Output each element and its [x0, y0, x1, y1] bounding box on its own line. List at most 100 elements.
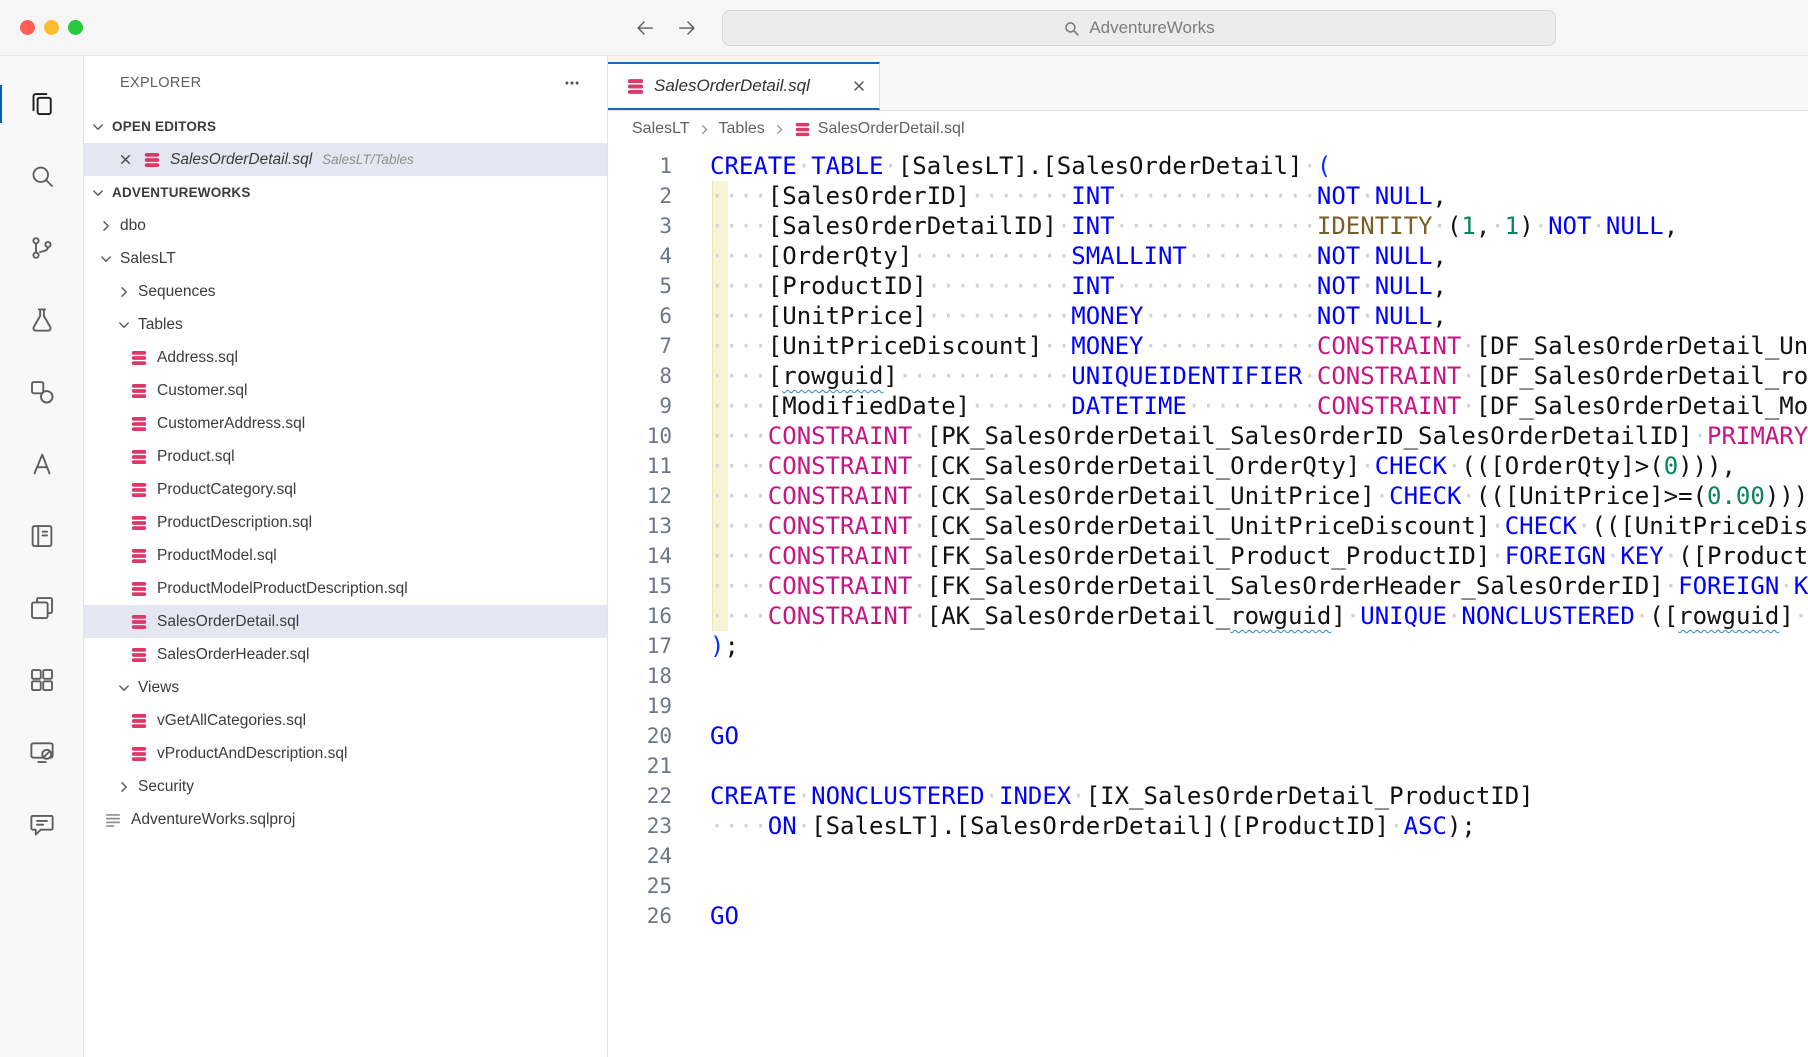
- code-line[interactable]: ····[rowguid]············UNIQUEIDENTIFIE…: [710, 361, 1808, 391]
- close-window-button[interactable]: [20, 20, 35, 35]
- tree-item-productmodel-sql[interactable]: ProductModel.sql: [84, 539, 607, 572]
- line-number[interactable]: 7: [608, 331, 672, 361]
- line-number[interactable]: 20: [608, 721, 672, 751]
- breadcrumb-tables[interactable]: Tables: [719, 120, 765, 138]
- comment-activity-button[interactable]: [0, 788, 83, 860]
- tree-item-views[interactable]: Views: [84, 671, 607, 704]
- tree-item-salesorderdetail-sql[interactable]: SalesOrderDetail.sql: [84, 605, 607, 638]
- monitor-activity-button[interactable]: [0, 716, 83, 788]
- code-line[interactable]: ····ON·[SalesLT].[SalesOrderDetail]([Pro…: [710, 811, 1808, 841]
- line-number[interactable]: 21: [608, 751, 672, 781]
- line-number[interactable]: 19: [608, 691, 672, 721]
- code-line[interactable]: ····[UnitPrice]··········MONEY··········…: [710, 301, 1808, 331]
- breadcrumb-saleslt[interactable]: SalesLT: [632, 120, 690, 138]
- tree-item-productmodelproductdescription-sql[interactable]: ProductModelProductDescription.sql: [84, 572, 607, 605]
- code-line[interactable]: GO: [710, 721, 1808, 751]
- code-line[interactable]: CREATE·TABLE·[SalesLT].[SalesOrderDetail…: [710, 151, 1808, 181]
- code-line[interactable]: ····CONSTRAINT·[AK_SalesOrderDetail_rowg…: [710, 601, 1808, 631]
- more-actions-button[interactable]: [563, 74, 581, 92]
- line-number[interactable]: 11: [608, 451, 672, 481]
- chevron-right-icon[interactable]: [98, 218, 120, 234]
- code-line[interactable]: [710, 661, 1808, 691]
- chevron-down-icon[interactable]: [98, 251, 120, 267]
- line-number[interactable]: 3: [608, 211, 672, 241]
- tree-item-salesorderheader-sql[interactable]: SalesOrderHeader.sql: [84, 638, 607, 671]
- search-activity-button[interactable]: [0, 140, 83, 212]
- line-number[interactable]: 9: [608, 391, 672, 421]
- grid-activity-button[interactable]: [0, 644, 83, 716]
- zoom-window-button[interactable]: [68, 20, 83, 35]
- code-line[interactable]: ····CONSTRAINT·[FK_SalesOrderDetail_Sale…: [710, 571, 1808, 601]
- code-line[interactable]: [710, 691, 1808, 721]
- line-number[interactable]: 6: [608, 301, 672, 331]
- line-number[interactable]: 15: [608, 571, 672, 601]
- code-line[interactable]: GO: [710, 901, 1808, 931]
- code-line[interactable]: ····CONSTRAINT·[PK_SalesOrderDetail_Sale…: [710, 421, 1808, 451]
- chevron-down-icon[interactable]: [116, 317, 138, 333]
- source-control-activity-button[interactable]: [0, 212, 83, 284]
- command-center-search[interactable]: AdventureWorks: [722, 10, 1556, 46]
- line-number[interactable]: 10: [608, 421, 672, 451]
- line-number[interactable]: 4: [608, 241, 672, 271]
- code-line[interactable]: ····[ProductID]··········INT············…: [710, 271, 1808, 301]
- line-number[interactable]: 25: [608, 871, 672, 901]
- code-line[interactable]: [710, 841, 1808, 871]
- chevron-down-icon[interactable]: [116, 680, 138, 696]
- close-tab-icon[interactable]: [851, 78, 867, 94]
- code-line[interactable]: ····CONSTRAINT·[CK_SalesOrderDetail_Unit…: [710, 511, 1808, 541]
- code-line[interactable]: [710, 871, 1808, 901]
- code-line[interactable]: CREATE·NONCLUSTERED·INDEX·[IX_SalesOrder…: [710, 781, 1808, 811]
- code-line[interactable]: [710, 751, 1808, 781]
- forward-button[interactable]: [670, 10, 704, 46]
- book-activity-button[interactable]: [0, 500, 83, 572]
- tree-item-product-sql[interactable]: Product.sql: [84, 440, 607, 473]
- tree-item-security[interactable]: Security: [84, 770, 607, 803]
- line-number[interactable]: 2: [608, 181, 672, 211]
- line-number[interactable]: 23: [608, 811, 672, 841]
- code-line[interactable]: ····[SalesOrderID]·······INT············…: [710, 181, 1808, 211]
- tree-item-productdescription-sql[interactable]: ProductDescription.sql: [84, 506, 607, 539]
- tree-item-sequences[interactable]: Sequences: [84, 275, 607, 308]
- line-number[interactable]: 8: [608, 361, 672, 391]
- tree-item-customer-sql[interactable]: Customer.sql: [84, 374, 607, 407]
- tree-item-productcategory-sql[interactable]: ProductCategory.sql: [84, 473, 607, 506]
- line-number[interactable]: 12: [608, 481, 672, 511]
- line-number[interactable]: 1: [608, 151, 672, 181]
- tree-item-vproductanddescription-sql[interactable]: vProductAndDescription.sql: [84, 737, 607, 770]
- explorer-activity-button[interactable]: [0, 68, 83, 140]
- open-editor-item[interactable]: SalesOrderDetail.sql SalesLT/Tables: [84, 143, 607, 176]
- code-line[interactable]: ····[SalesOrderDetailID]·INT············…: [710, 211, 1808, 241]
- open-editors-section-header[interactable]: OPEN EDITORS: [84, 110, 607, 143]
- code-line[interactable]: );: [710, 631, 1808, 661]
- code-line[interactable]: ····CONSTRAINT·[CK_SalesOrderDetail_Orde…: [710, 451, 1808, 481]
- chevron-right-icon[interactable]: [116, 779, 138, 795]
- line-number[interactable]: 5: [608, 271, 672, 301]
- shapes-activity-button[interactable]: [0, 356, 83, 428]
- workspace-section-header[interactable]: ADVENTUREWORKS: [84, 176, 607, 209]
- code-area[interactable]: 1234567891011121314151617181920212223242…: [608, 147, 1808, 1056]
- code-line[interactable]: ····CONSTRAINT·[CK_SalesOrderDetail_Unit…: [710, 481, 1808, 511]
- tree-item-saleslt[interactable]: SalesLT: [84, 242, 607, 275]
- tree-item-tables[interactable]: Tables: [84, 308, 607, 341]
- back-button[interactable]: [628, 10, 662, 46]
- beaker-activity-button[interactable]: [0, 284, 83, 356]
- chevron-right-icon[interactable]: [116, 284, 138, 300]
- tree-item-address-sql[interactable]: Address.sql: [84, 341, 607, 374]
- tab-salesorderdetail[interactable]: SalesOrderDetail.sql: [608, 62, 880, 110]
- copy-activity-button[interactable]: [0, 572, 83, 644]
- azure-activity-button[interactable]: [0, 428, 83, 500]
- code-line[interactable]: ····CONSTRAINT·[FK_SalesOrderDetail_Prod…: [710, 541, 1808, 571]
- tree-item-customeraddress-sql[interactable]: CustomerAddress.sql: [84, 407, 607, 440]
- tree-item-dbo[interactable]: dbo: [84, 209, 607, 242]
- breadcrumb-salesorderdetail-sql[interactable]: SalesOrderDetail.sql: [794, 120, 965, 138]
- code-line[interactable]: ····[UnitPriceDiscount]··MONEY··········…: [710, 331, 1808, 361]
- line-number[interactable]: 14: [608, 541, 672, 571]
- line-number[interactable]: 16: [608, 601, 672, 631]
- code-line[interactable]: ····[OrderQty]···········SMALLINT·······…: [710, 241, 1808, 271]
- tree-item-adventureworks-sqlproj[interactable]: AdventureWorks.sqlproj: [84, 803, 607, 836]
- line-number[interactable]: 13: [608, 511, 672, 541]
- line-number[interactable]: 24: [608, 841, 672, 871]
- line-number[interactable]: 22: [608, 781, 672, 811]
- minimize-window-button[interactable]: [44, 20, 59, 35]
- close-editor-icon[interactable]: [118, 152, 133, 167]
